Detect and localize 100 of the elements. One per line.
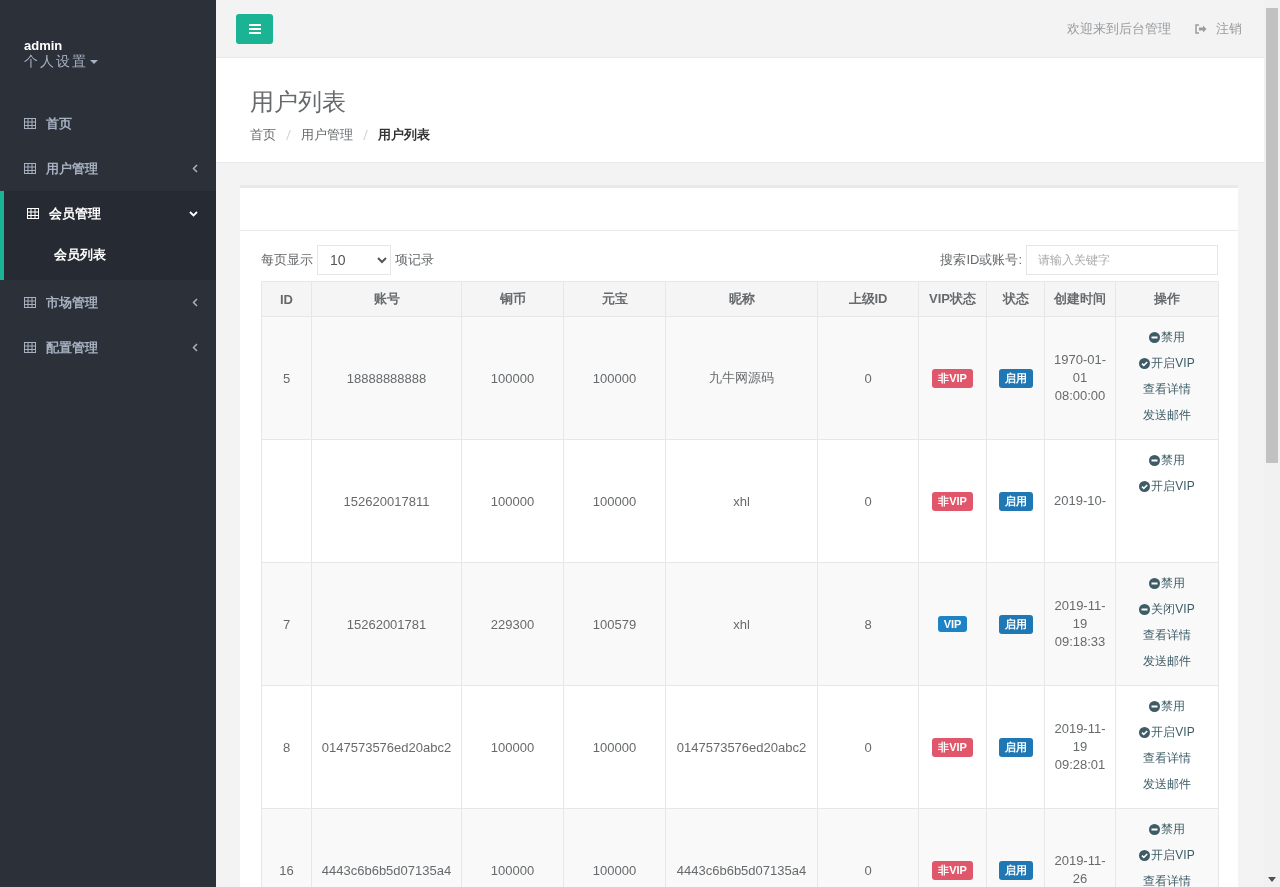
check-circle-icon (1139, 850, 1151, 861)
ingot-cell: 100000 (563, 316, 666, 440)
column-header[interactable]: ID (261, 281, 312, 317)
vip-status-badge: VIP (937, 616, 968, 632)
ingot-cell: 100000 (563, 439, 666, 563)
send-mail-link[interactable]: 发送邮件 (1143, 407, 1191, 424)
vip-status-badge: 非VIP (932, 860, 973, 880)
table-icon (27, 208, 39, 219)
nav-item[interactable]: 首页 (0, 101, 216, 146)
copper-cell: 100000 (461, 685, 564, 809)
created-time-cell: 2019-11- 19 09:18:33 (1044, 562, 1116, 686)
copper-cell: 100000 (461, 439, 564, 563)
disable-link[interactable]: 禁用 (1149, 821, 1185, 838)
status-badge: 启用 (998, 860, 1033, 880)
profile-settings-dropdown[interactable]: 个人设置 (24, 53, 98, 71)
account-cell: 15262001781 (311, 562, 462, 686)
menu-icon (248, 23, 261, 34)
minus-circle-icon (1149, 578, 1160, 589)
nav-item[interactable]: 会员管理 (0, 191, 216, 236)
nickname-cell: 4443c6b6b5d07135a4 (665, 808, 818, 887)
nav-item[interactable]: 市场管理 (0, 280, 216, 325)
nickname-cell: xhl (665, 562, 818, 686)
table-icon (24, 118, 36, 129)
copper-cell: 100000 (461, 316, 564, 440)
account-cell: 4443c6b6b5d07135a4 (311, 808, 462, 887)
id-cell: 8 (261, 685, 312, 809)
view-details-link[interactable]: 查看详情 (1143, 873, 1191, 887)
check-circle-icon (1139, 358, 1151, 369)
view-details-link[interactable]: 查看详情 (1143, 750, 1191, 767)
vip-status-badge: 非VIP (932, 491, 973, 511)
ingot-cell: 100000 (563, 685, 666, 809)
nav-item[interactable]: 配置管理 (0, 325, 216, 370)
enable-vip-link[interactable]: 开启VIP (1139, 478, 1195, 495)
vip-status-badge: 非VIP (932, 368, 973, 388)
status-badge: 启用 (998, 368, 1033, 388)
disable-link[interactable]: 禁用 (1149, 575, 1185, 592)
account-cell: 0147573576ed20abc2 (311, 685, 462, 809)
minus-circle-icon (1139, 604, 1151, 615)
column-header[interactable]: 铜币 (461, 281, 564, 317)
search-field[interactable]: 请输入关键字 (1026, 245, 1218, 275)
search-label: 搜索ID或账号: (940, 251, 1022, 269)
view-details-link[interactable]: 查看详情 (1143, 627, 1191, 644)
id-cell: 7 (261, 562, 312, 686)
column-header[interactable]: 上级ID (817, 281, 919, 317)
breadcrumb-link[interactable]: 首页 (250, 126, 276, 144)
table-icon (24, 297, 36, 308)
column-header[interactable]: 元宝 (563, 281, 666, 317)
enable-vip-link[interactable]: 开启VIP (1139, 847, 1195, 864)
send-mail-link[interactable]: 发送邮件 (1143, 776, 1191, 793)
page-title: 用户列表 (250, 87, 347, 117)
disable-link[interactable]: 禁用 (1149, 698, 1185, 715)
nickname-cell: 0147573576ed20abc2 (665, 685, 818, 809)
nickname-cell: xhl (665, 439, 818, 563)
enable-vip-link[interactable]: 开启VIP (1139, 355, 1195, 372)
created-time-cell: 2019-10- (1044, 439, 1116, 563)
send-mail-link[interactable]: 发送邮件 (1143, 653, 1191, 670)
parent-id-cell: 0 (817, 808, 919, 887)
disable-vip-link[interactable]: 关闭VIP (1139, 601, 1195, 618)
copper-cell: 229300 (461, 562, 564, 686)
status-badge: 启用 (998, 614, 1033, 634)
minus-circle-icon (1149, 332, 1160, 343)
user-name: admin (24, 38, 64, 53)
parent-id-cell: 8 (817, 562, 919, 686)
view-details-link[interactable]: 查看详情 (1143, 381, 1191, 398)
breadcrumb-current: 用户列表 (378, 126, 430, 144)
page-size-select[interactable]: 10 (317, 245, 391, 275)
minus-circle-icon (1149, 824, 1160, 835)
ingot-cell: 100000 (563, 808, 666, 887)
account-cell: 152620017811 (311, 439, 462, 563)
column-header[interactable]: 账号 (311, 281, 462, 317)
welcome-text: 欢迎来到后台管理 (1067, 19, 1171, 38)
menu-toggle-button[interactable] (236, 13, 273, 44)
id-cell: 16 (261, 808, 312, 887)
created-time-cell: 2019-11- 19 09:28:01 (1044, 685, 1116, 809)
parent-id-cell: 0 (817, 685, 919, 809)
disable-link[interactable]: 禁用 (1149, 329, 1185, 346)
parent-id-cell: 0 (817, 316, 919, 440)
records-label: 项记录 (395, 251, 434, 269)
parent-id-cell: 0 (817, 439, 919, 563)
sign-out-icon (1195, 23, 1207, 34)
breadcrumb-link[interactable]: 用户管理 (301, 126, 353, 144)
table-icon (24, 163, 36, 174)
created-time-cell: 1970-01- 01 08:00:00 (1044, 316, 1116, 440)
status-badge: 启用 (998, 737, 1033, 757)
minus-circle-icon (1149, 455, 1160, 466)
ingot-cell: 100579 (563, 562, 666, 686)
id-cell: 5 (261, 316, 312, 440)
copper-cell: 100000 (461, 808, 564, 887)
check-circle-icon (1139, 727, 1151, 738)
table-icon (24, 342, 36, 353)
column-header[interactable]: VIP状态 (918, 281, 987, 317)
column-header[interactable]: 创建时间 (1044, 281, 1116, 317)
column-header[interactable]: 昵称 (665, 281, 818, 317)
enable-vip-link[interactable]: 开启VIP (1139, 724, 1195, 741)
column-header[interactable]: 状态 (986, 281, 1045, 317)
minus-circle-icon (1149, 701, 1160, 712)
disable-link[interactable]: 禁用 (1149, 452, 1185, 469)
account-cell: 18888888888 (311, 316, 462, 440)
nav-item[interactable]: 用户管理 (0, 146, 216, 191)
column-header[interactable]: 操作 (1115, 281, 1219, 317)
